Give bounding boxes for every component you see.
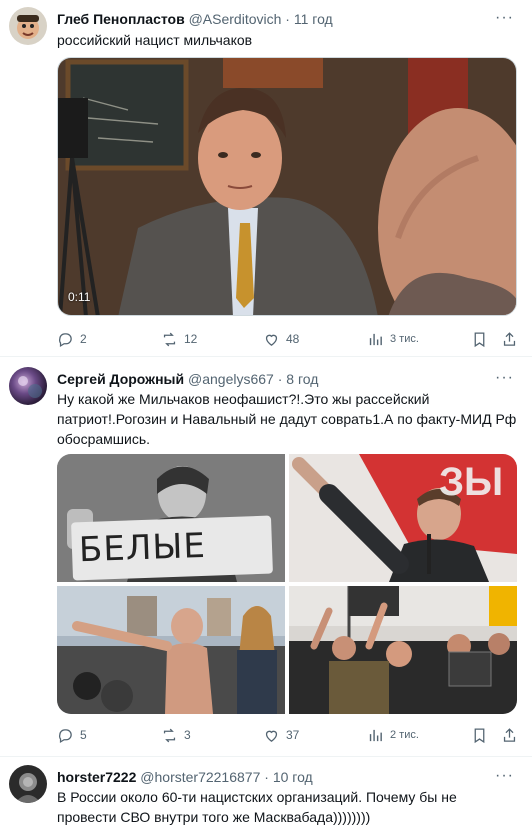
more-options-icon[interactable]: ···: [495, 370, 514, 386]
author-handle[interactable]: @ASerditovich: [189, 11, 282, 27]
author-handle[interactable]: @horster72216877: [140, 769, 260, 785]
retweet-icon: [163, 332, 176, 346]
retweet-count: 3: [184, 728, 191, 742]
separator-dot: ·: [285, 11, 290, 27]
tweet-text: российский нацист мильчаков: [57, 32, 253, 48]
view-count: 3 тис.: [390, 333, 419, 345]
photo-image: [57, 586, 285, 714]
avatar[interactable]: [9, 367, 47, 405]
share-icon: [503, 727, 516, 742]
reply-count: 2: [80, 332, 87, 346]
video-frame: [58, 58, 516, 315]
separator-dot: ·: [277, 371, 283, 387]
photo-grid: БЕЛЫЕ ЗЫ: [57, 454, 517, 714]
retweet-count: 12: [184, 332, 198, 346]
bookmark-button[interactable]: [471, 725, 488, 745]
reply-button[interactable]: 5: [57, 725, 87, 745]
retweet-button[interactable]: 3: [161, 725, 191, 745]
heart-icon: [265, 730, 278, 742]
tweet[interactable]: Сергей Дорожный @angelys667 · 8 год ··· …: [0, 357, 532, 757]
author-handle[interactable]: @angelys667: [188, 371, 274, 387]
tweet-actions: 5 3 37 2 тис.: [57, 725, 519, 745]
views-button[interactable]: 2 тис.: [367, 725, 419, 745]
share-icon: [503, 331, 516, 346]
author-name[interactable]: horster7222: [57, 769, 136, 785]
timestamp[interactable]: 8 год: [286, 371, 318, 387]
reply-icon: [59, 332, 72, 347]
views-icon: [369, 729, 382, 741]
views-button[interactable]: 3 тис.: [367, 329, 419, 349]
retweet-button[interactable]: 12: [161, 329, 197, 349]
share-button[interactable]: [501, 329, 518, 349]
photo-sign-text: БЕЛЫЕ: [78, 525, 207, 571]
tweet-actions: 2 12 48 3 тис.: [57, 329, 519, 349]
video-player[interactable]: 0:11: [57, 57, 517, 316]
photo-4[interactable]: [289, 586, 517, 714]
photo-1[interactable]: БЕЛЫЕ: [57, 454, 285, 582]
like-button[interactable]: 48: [263, 329, 299, 349]
views-icon: [369, 333, 382, 345]
bookmark-button[interactable]: [471, 329, 488, 349]
tweet-text: В России около 60-ти нацистских организа…: [57, 789, 457, 825]
share-button[interactable]: [501, 725, 518, 745]
tweet[interactable]: horster7222 @horster72216877 · 10 год ··…: [0, 757, 532, 825]
photo-3[interactable]: [57, 586, 285, 714]
reply-icon: [59, 728, 72, 743]
avatar-image: [9, 7, 47, 45]
avatar[interactable]: [9, 7, 47, 45]
bookmark-icon: [474, 727, 485, 743]
like-count: 48: [286, 332, 300, 346]
separator-dot: ·: [264, 769, 269, 785]
video-duration: 0:11: [68, 290, 91, 304]
avatar-image: [9, 765, 47, 803]
photo-sign-text: ЗЫ: [439, 460, 504, 504]
bookmark-icon: [474, 331, 485, 347]
photo-2[interactable]: ЗЫ: [289, 454, 517, 582]
timestamp[interactable]: 10 год: [273, 769, 313, 785]
like-button[interactable]: 37: [263, 725, 299, 745]
avatar[interactable]: [9, 765, 47, 803]
reply-count: 5: [80, 728, 87, 742]
more-options-icon[interactable]: ···: [495, 10, 514, 26]
view-count: 2 тис.: [390, 729, 419, 741]
tweet[interactable]: Глеб Пенопластов @ASerditovich · 11 год …: [0, 0, 532, 355]
avatar-image: [9, 367, 47, 405]
reply-button[interactable]: 2: [57, 329, 87, 349]
heart-icon: [265, 334, 278, 346]
photo-image: [289, 586, 517, 714]
tweet-text: Ну какой же Мильчаков неофашист?!.Это жы…: [57, 391, 517, 447]
more-options-icon[interactable]: ···: [495, 768, 514, 784]
like-count: 37: [286, 728, 300, 742]
author-name[interactable]: Глеб Пенопластов: [57, 11, 185, 27]
timestamp[interactable]: 11 год: [294, 11, 333, 27]
retweet-icon: [163, 728, 176, 742]
author-name[interactable]: Сергей Дорожный: [57, 371, 184, 387]
